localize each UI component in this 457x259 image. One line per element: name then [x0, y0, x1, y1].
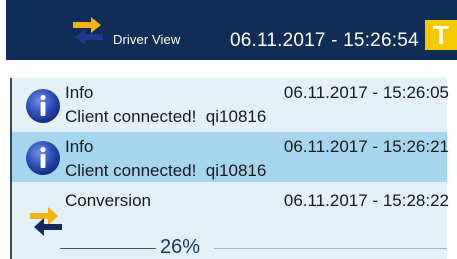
log-row-selected[interactable]: Info 06.11.2017 - 15:26:21 Client connec… [12, 132, 449, 182]
log-row-time: 06.11.2017 - 15:26:21 [283, 137, 449, 156]
log-row-time: 06.11.2017 - 15:28:22 [283, 191, 449, 210]
log-row-message: Client connected! qi10816 [65, 107, 267, 126]
progress-percent-label: 26% [160, 236, 201, 258]
info-icon [26, 89, 60, 123]
log-row-title: Info [65, 137, 94, 156]
view-label: Driver View [113, 32, 181, 47]
swap-arrows-icon[interactable] [69, 16, 107, 46]
log-row-title: Info [65, 83, 94, 102]
progress-line-filled [60, 248, 156, 249]
conversion-progress: 26% [60, 236, 447, 259]
clock-display: 06.11.2017 - 15:26:54 [230, 30, 419, 51]
brand-badge: T [425, 20, 457, 50]
driver-view-screen: Driver View 06.11.2017 - 15:26:54 T Info… [0, 0, 457, 259]
info-icon [26, 141, 60, 175]
swap-arrows-icon [30, 207, 62, 236]
top-bar: Driver View 06.11.2017 - 15:26:54 T [6, 0, 457, 60]
log-row-time: 06.11.2017 - 15:26:05 [283, 83, 449, 102]
log-row-title: Conversion [65, 191, 151, 210]
log-row-message: Client connected! qi10816 [65, 161, 267, 180]
progress-line-remaining [214, 248, 447, 249]
log-row[interactable]: Info 06.11.2017 - 15:26:05 Client connec… [12, 78, 449, 128]
